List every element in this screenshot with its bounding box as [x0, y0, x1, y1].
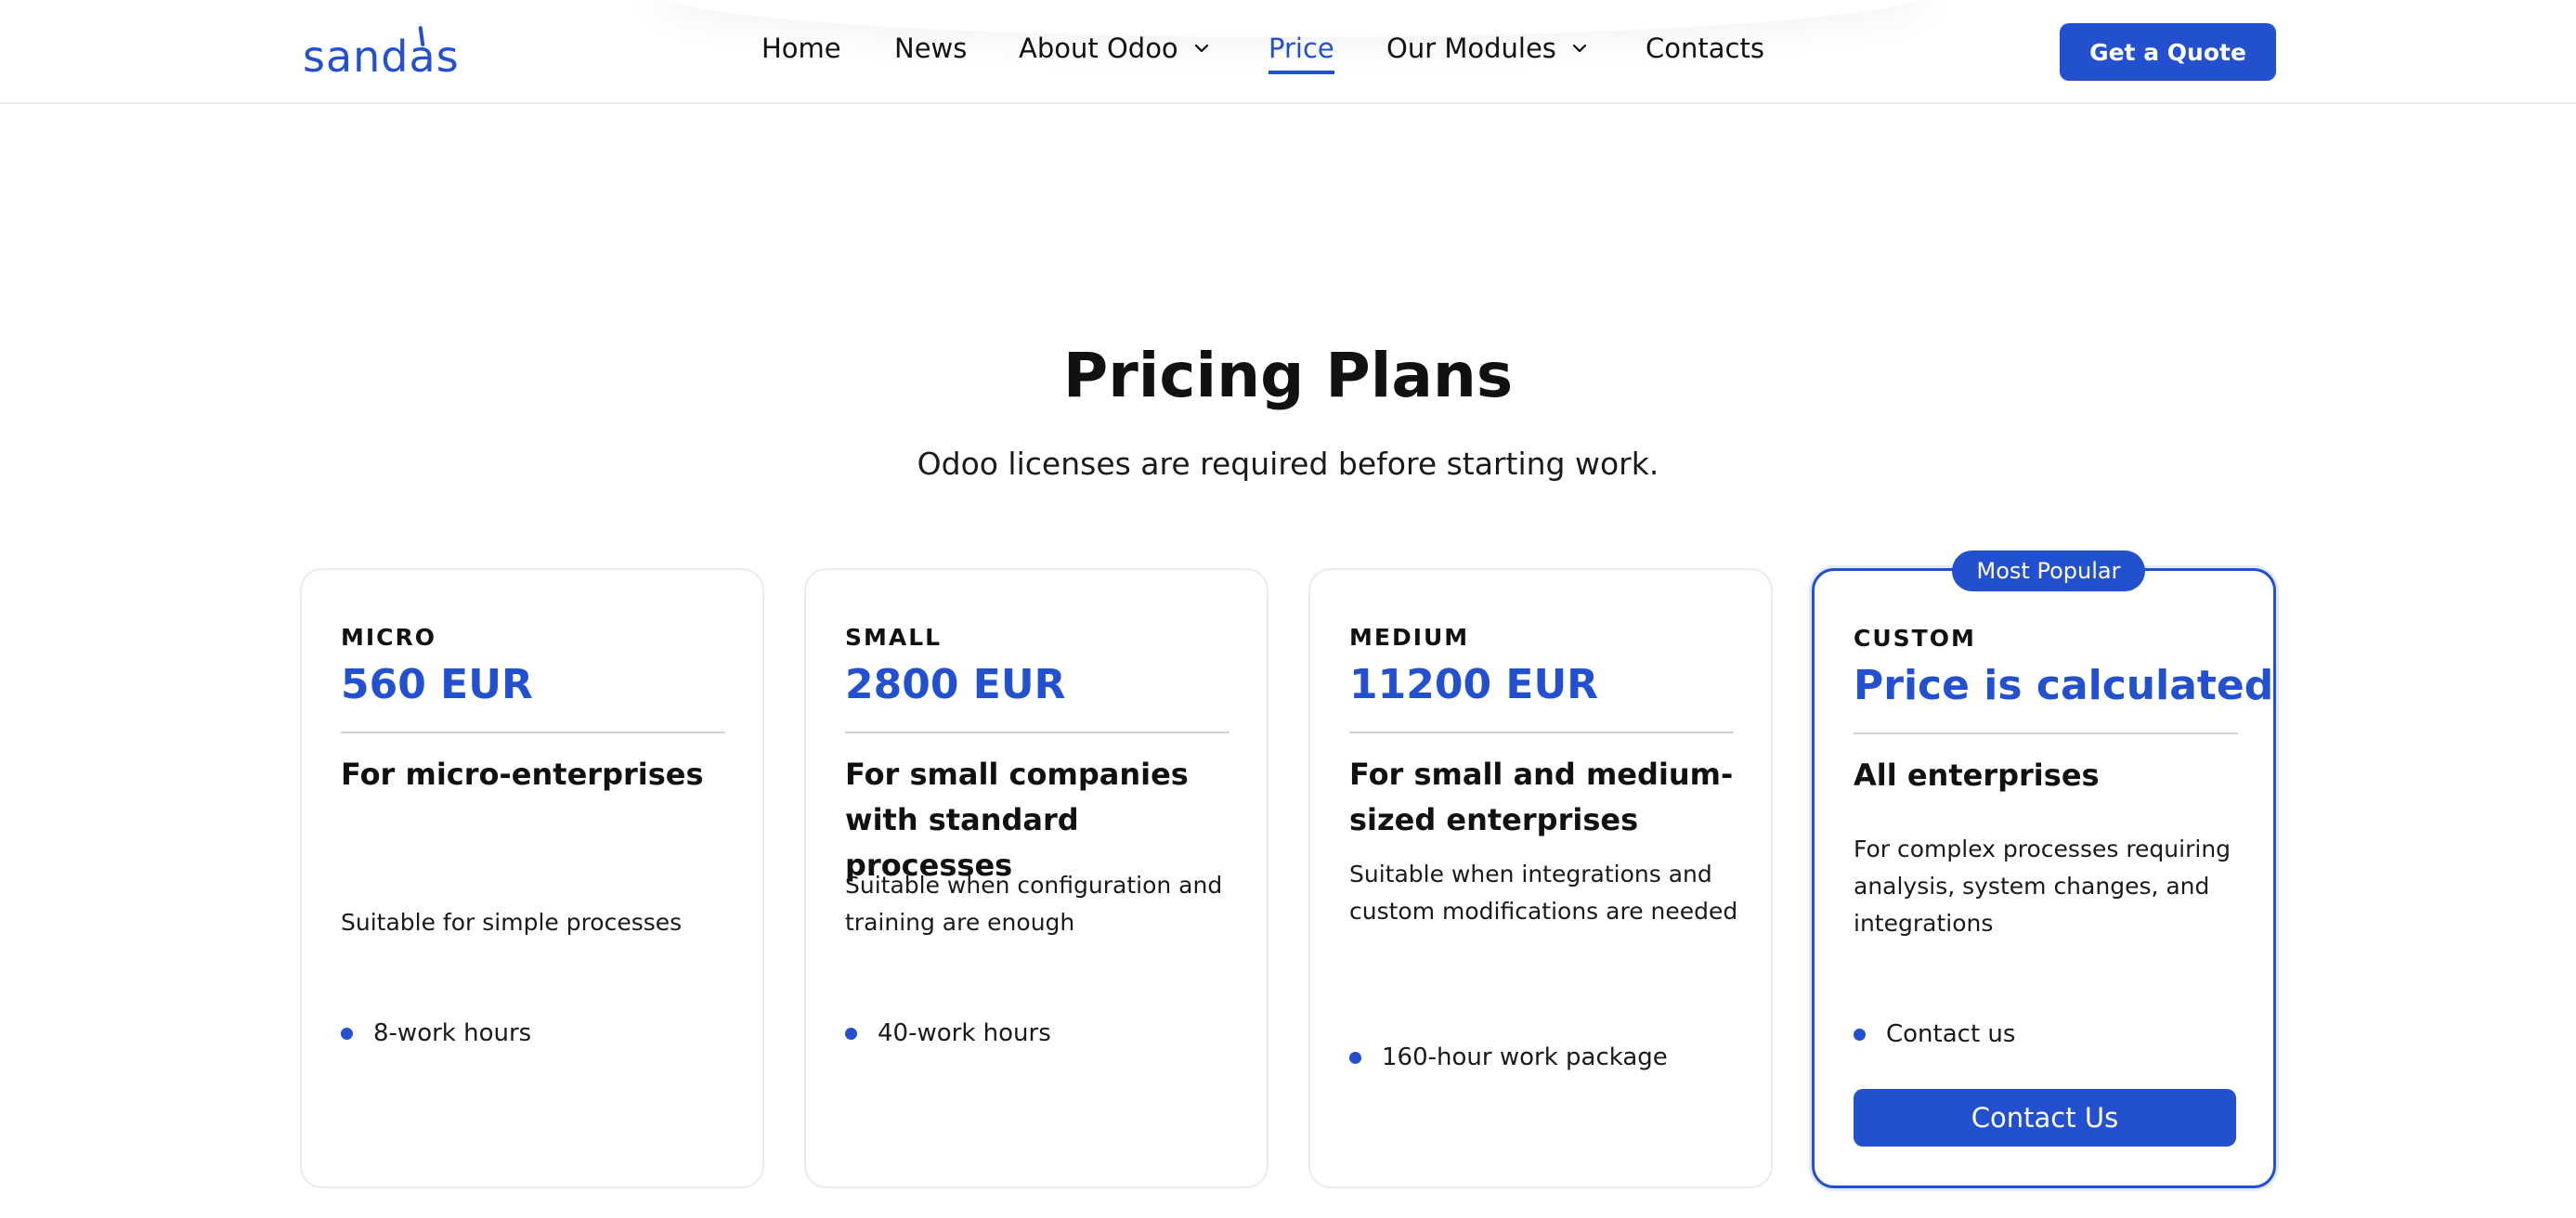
divider: [1349, 732, 1734, 733]
page-title: Pricing Plans: [1062, 340, 1514, 411]
plan-tier: MEDIUM: [1349, 624, 1470, 651]
plan-tier: CUSTOM: [1854, 625, 1976, 652]
plan-feature: 160-hour work package: [1349, 1043, 1668, 1071]
nav-item-label: Our Modules: [1386, 32, 1556, 64]
plan-audience: All enterprises: [1854, 758, 2100, 793]
active-indicator: [1268, 71, 1334, 74]
plan-description: For complex processes requiring analysis…: [1854, 836, 2231, 937]
bullet-dot: [1854, 1028, 1866, 1041]
logo[interactable]: sandas: [303, 25, 461, 82]
nav-item-label: Contacts: [1646, 32, 1764, 64]
plan-feature: Contact us: [1854, 1020, 2015, 1048]
site-header: sandas Home News About Odoo Price Our Mo…: [0, 0, 2576, 104]
bullet-dot: [341, 1027, 353, 1040]
nav-item-contacts[interactable]: Contacts: [1646, 30, 1764, 67]
logo-text: sandas: [303, 32, 460, 82]
divider: [845, 732, 1229, 733]
nav-item-about-odoo[interactable]: About Odoo: [1019, 30, 1210, 67]
nav-item-label: Price: [1268, 32, 1334, 64]
plan-feature: 8-work hours: [341, 1019, 531, 1047]
pricing-card-medium: MEDIUM 11200 EUR For small and medium-si…: [1308, 568, 1773, 1188]
chevron-down-icon: [1194, 44, 1208, 53]
chevron-down-icon: [1572, 44, 1587, 53]
pricing-card-micro: MICRO 560 EUR For micro-enterprises Suit…: [300, 568, 764, 1188]
plan-tier: SMALL: [845, 624, 943, 651]
divider: [341, 732, 725, 733]
divider: [1854, 732, 2238, 734]
plan-feature-label: 8-work hours: [373, 1019, 532, 1047]
plan-description: Suitable when configuration and training…: [845, 872, 1223, 936]
plan-price: 2800 EUR: [845, 661, 1066, 708]
nav-item-news[interactable]: News: [894, 30, 967, 67]
pricing-card-custom: Most Popular CUSTOM Price is calculated …: [1812, 551, 2276, 1188]
plan-price: 560 EUR: [341, 661, 533, 708]
plan-feature: 40-work hours: [845, 1019, 1051, 1047]
contact-us-button[interactable]: Contact Us: [1854, 1089, 2236, 1147]
get-a-quote-button[interactable]: Get a Quote: [2060, 23, 2276, 81]
plan-description: Suitable for simple processes: [341, 909, 683, 936]
bullet-dot: [845, 1027, 857, 1040]
nav-item-label: About Odoo: [1019, 32, 1178, 64]
plan-feature-label: Contact us: [1886, 1020, 2016, 1048]
plan-price: Price is calculated: [1854, 662, 2274, 709]
nav-item-price[interactable]: Price: [1268, 30, 1334, 74]
most-popular-badge: Most Popular: [1952, 551, 2145, 591]
nav-item-label: News: [894, 32, 968, 64]
pricing-card-small: SMALL 2800 EUR For small companies with …: [804, 568, 1268, 1188]
plan-tier: MICRO: [341, 624, 437, 651]
plan-feature-label: 40-work hours: [878, 1019, 1051, 1047]
plan-audience: For small and medium-sized enterprises: [1349, 757, 1734, 837]
plan-description: Suitable when integrations and custom mo…: [1349, 861, 1738, 925]
nav-item-our-modules[interactable]: Our Modules: [1386, 30, 1588, 67]
nav-item-label: Home: [761, 32, 841, 64]
plan-feature-label: 160-hour work package: [1382, 1043, 1668, 1071]
plan-price: 11200 EUR: [1349, 661, 1599, 708]
page-subtitle: Odoo licenses are required before starti…: [917, 446, 1659, 482]
plan-audience: For micro-enterprises: [341, 757, 704, 792]
bullet-dot: [1349, 1051, 1361, 1064]
nav-item-home[interactable]: Home: [761, 30, 841, 67]
